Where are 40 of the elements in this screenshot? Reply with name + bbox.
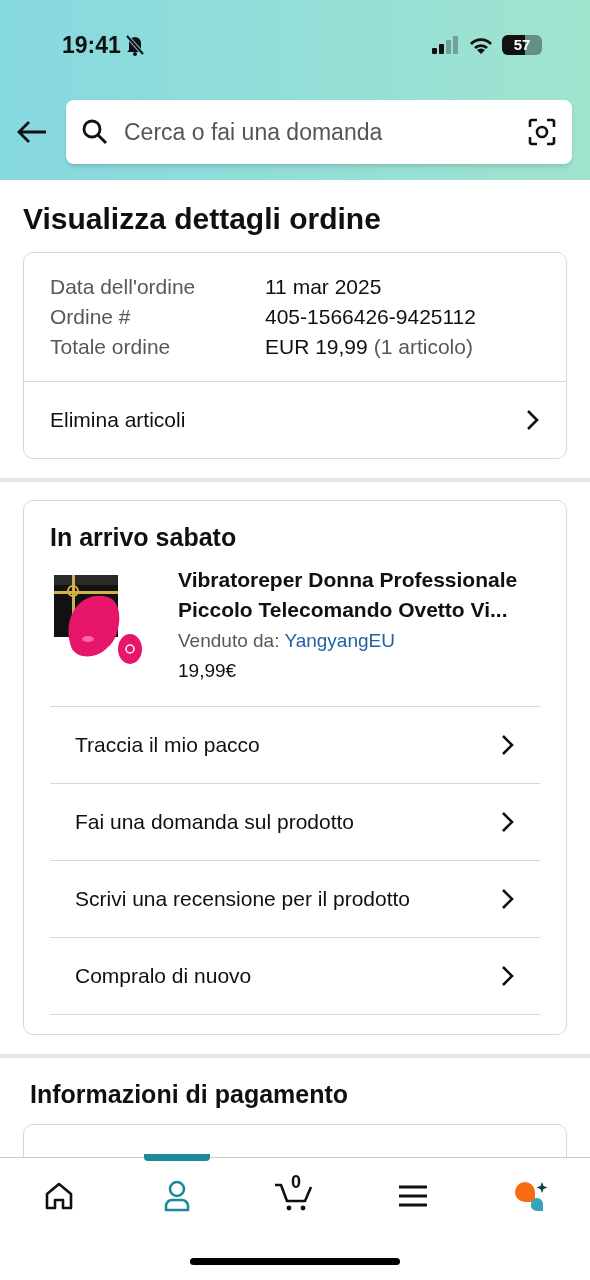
search-icon <box>82 119 108 145</box>
action-row[interactable]: Compralo di nuovo <box>50 937 540 1014</box>
order-value: 11 mar 2025 <box>265 274 382 300</box>
search-input[interactable]: Cerca o fai una domanda <box>124 114 512 150</box>
bell-muted-icon <box>124 34 145 56</box>
camera-scan-icon[interactable] <box>528 118 556 146</box>
signal-icon <box>432 36 460 54</box>
order-label: Data dell'ordine <box>50 274 197 300</box>
order-label: Totale ordine <box>50 334 172 360</box>
search-bar[interactable]: Cerca o fai una domanda <box>66 100 572 164</box>
chevron-icon <box>501 811 515 833</box>
action-row[interactable]: Fai una domanda sul prodotto <box>50 783 540 860</box>
status-time: 19:41 <box>62 30 121 60</box>
wifi-icon <box>468 35 494 55</box>
delivery-heading: In arrivo sabato <box>50 522 238 553</box>
chat-bubbles-icon <box>513 1180 549 1212</box>
action-row[interactable]: Traccia il mio pacco <box>50 706 540 783</box>
chevron-icon <box>501 734 515 756</box>
back-arrow-icon[interactable] <box>16 120 48 144</box>
seller-link[interactable]: YangyangEU <box>284 630 395 651</box>
cart-count: 0 <box>291 1173 301 1191</box>
nav-tab[interactable]: 0 <box>236 1158 354 1234</box>
chevron-icon <box>501 965 515 987</box>
section-heading: Informazioni di pagamento <box>30 1079 350 1110</box>
item-count: (1 articolo) <box>373 334 473 360</box>
order-label: Ordine # <box>50 304 132 330</box>
battery-icon: 57 <box>502 35 542 55</box>
order-value: EUR 19,99 <box>265 334 368 360</box>
menu-icon <box>398 1184 428 1208</box>
chevron-icon <box>526 409 540 431</box>
seller-label: Venduto da: <box>178 630 280 651</box>
product-title[interactable]: Vibratoreper Donna Professionale Piccolo Telecomando Ovetto Vi... <box>178 565 540 625</box>
chevron-icon <box>501 888 515 910</box>
order-value: 405-1566426-9425112 <box>265 304 476 330</box>
delete-items-row[interactable]: Elimina articoli <box>24 381 566 458</box>
page-title: Visualizza dettagli ordine <box>23 201 382 237</box>
person-icon <box>163 1180 191 1212</box>
home-icon <box>44 1182 74 1210</box>
product-price: 19,99€ <box>178 659 238 683</box>
action-row[interactable]: Scrivi una recensione per il prodotto <box>50 860 540 937</box>
